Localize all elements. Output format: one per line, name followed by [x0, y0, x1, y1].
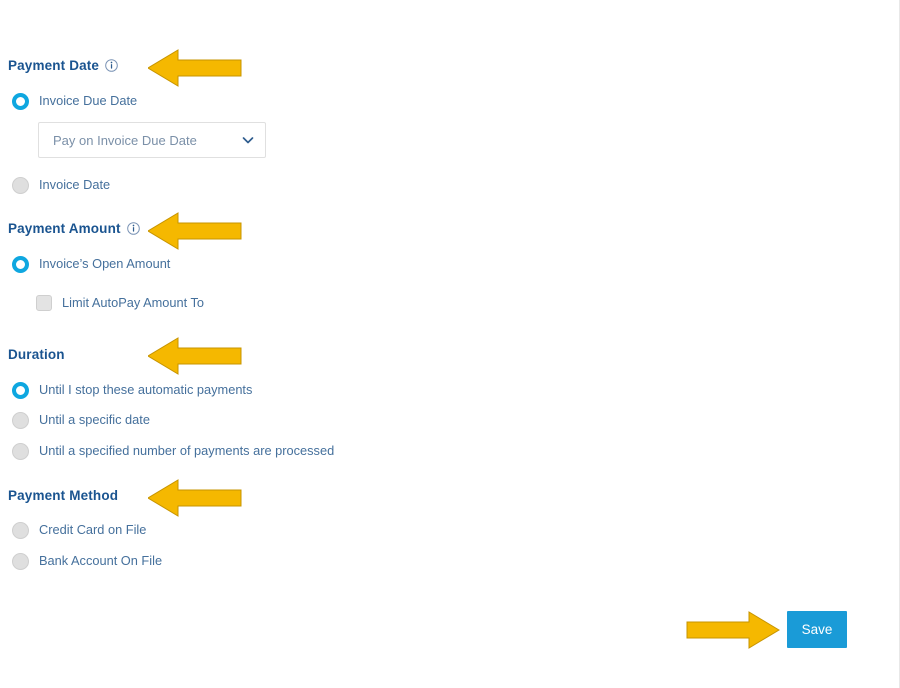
radio-until-number-of-payments-indicator[interactable] — [12, 443, 29, 460]
payment-amount-heading-label: Payment Amount — [8, 221, 121, 236]
radio-option-until-i-stop[interactable]: Until I stop these automatic payments — [12, 382, 252, 399]
radio-invoice-due-date-indicator[interactable] — [12, 93, 29, 110]
radio-option-credit-card-on-file[interactable]: Credit Card on File — [12, 522, 146, 539]
radio-credit-card-on-file-label: Credit Card on File — [39, 522, 147, 538]
radio-until-specific-date-label: Until a specific date — [39, 412, 150, 428]
radio-option-until-specific-date[interactable]: Until a specific date — [12, 412, 150, 429]
radio-until-specific-date-indicator[interactable] — [12, 412, 29, 429]
payment-method-heading-label: Payment Method — [8, 488, 119, 503]
section-heading-payment-method: Payment Method — [8, 488, 118, 503]
arrow-duration — [148, 337, 242, 375]
section-heading-payment-amount: Payment Amount — [8, 221, 140, 236]
chevron-down-icon[interactable] — [241, 133, 255, 147]
payment-date-select-value: Pay on Invoice Due Date — [53, 132, 197, 148]
checkbox-limit-autopay-amount-label: Limit AutoPay Amount To — [62, 294, 205, 310]
radio-invoice-date-label: Invoice Date — [39, 177, 111, 193]
duration-heading-label: Duration — [8, 347, 65, 362]
radio-invoice-date-indicator[interactable] — [12, 177, 29, 194]
arrow-save — [686, 611, 780, 649]
radio-option-invoice-date[interactable]: Invoice Date — [12, 177, 110, 194]
arrow-payment-method — [148, 479, 242, 517]
radio-option-invoice-open-amount[interactable]: Invoice’s Open Amount — [12, 256, 170, 273]
radio-invoice-open-amount-label: Invoice’s Open Amount — [39, 256, 171, 272]
radio-invoice-open-amount-indicator[interactable] — [12, 256, 29, 273]
payment-date-heading-label: Payment Date — [8, 58, 100, 73]
save-button[interactable]: Save — [787, 611, 847, 648]
info-icon[interactable] — [126, 222, 140, 235]
radio-bank-account-on-file-indicator[interactable] — [12, 553, 29, 570]
radio-invoice-due-date-label: Invoice Due Date — [39, 93, 138, 109]
section-heading-payment-date: Payment Date — [8, 58, 118, 73]
payment-date-select[interactable]: Pay on Invoice Due Date — [38, 122, 266, 158]
radio-until-i-stop-indicator[interactable] — [12, 382, 29, 399]
radio-credit-card-on-file-indicator[interactable] — [12, 522, 29, 539]
radio-option-invoice-due-date[interactable]: Invoice Due Date — [12, 93, 137, 110]
radio-bank-account-on-file-label: Bank Account On File — [39, 553, 163, 569]
radio-until-number-of-payments-label: Until a specified number of payments are… — [39, 443, 335, 459]
section-heading-duration: Duration — [8, 347, 65, 362]
checkbox-limit-autopay-amount-indicator[interactable] — [36, 295, 52, 311]
radio-option-until-number-of-payments[interactable]: Until a specified number of payments are… — [12, 443, 334, 460]
radio-until-i-stop-label: Until I stop these automatic payments — [39, 382, 253, 398]
autopay-settings-panel: Payment Date Invoice Due Date Pay on Inv… — [0, 0, 900, 688]
arrow-payment-date — [148, 49, 242, 87]
checkbox-option-limit-autopay-amount[interactable]: Limit AutoPay Amount To — [36, 295, 204, 311]
info-icon[interactable] — [105, 59, 118, 72]
arrow-payment-amount — [148, 212, 242, 250]
radio-option-bank-account-on-file[interactable]: Bank Account On File — [12, 553, 162, 570]
